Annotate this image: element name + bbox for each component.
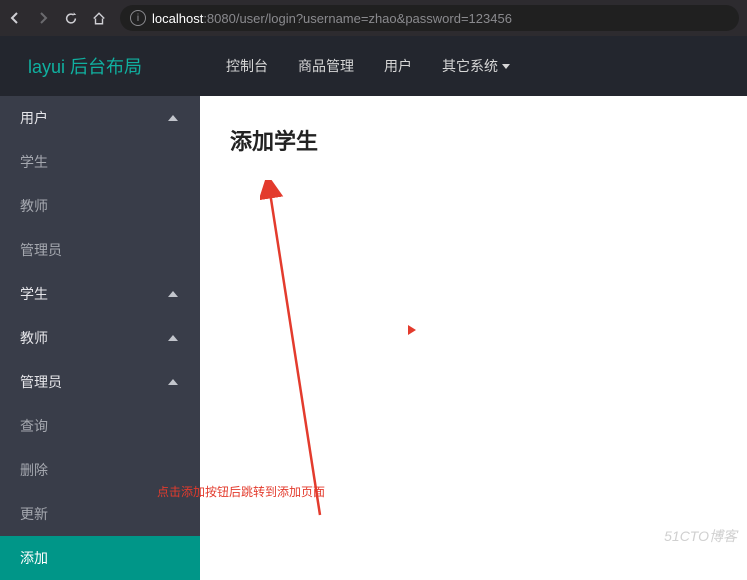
chevron-up-icon — [168, 115, 178, 121]
sidebar-item-admin[interactable]: 管理员 — [0, 228, 200, 272]
nav-user[interactable]: 用户 — [384, 56, 412, 76]
home-button[interactable] — [92, 11, 106, 25]
brand-title: layui 后台布局 — [0, 53, 200, 79]
sidebar-item-label: 更新 — [20, 504, 48, 524]
sidebar-item-label: 管理员 — [20, 372, 62, 392]
nav-other-systems[interactable]: 其它系统 — [442, 56, 510, 76]
app-header: layui 后台布局 控制台 商品管理 用户 其它系统 — [0, 36, 747, 96]
address-bar[interactable]: i localhost:8080/user/login?username=zha… — [120, 5, 739, 31]
forward-button[interactable] — [36, 11, 50, 25]
url-text: localhost:8080/user/login?username=zhao&… — [152, 11, 512, 26]
reload-button[interactable] — [64, 11, 78, 25]
chevron-up-icon — [168, 379, 178, 385]
nav-console[interactable]: 控制台 — [226, 56, 268, 76]
sidebar-item-label: 学生 — [20, 152, 48, 172]
sidebar-item-add[interactable]: 添加 — [0, 536, 200, 580]
chevron-up-icon — [168, 291, 178, 297]
sidebar-item-label: 管理员 — [20, 240, 62, 260]
sidebar-item-query[interactable]: 查询 — [0, 404, 200, 448]
watermark: 51CTO博客 — [664, 526, 737, 546]
sidebar-item-label: 查询 — [20, 416, 48, 436]
chevron-down-icon — [502, 64, 510, 69]
browser-toolbar: i localhost:8080/user/login?username=zha… — [0, 0, 747, 36]
sidebar-group-admin[interactable]: 管理员 — [0, 360, 200, 404]
back-button[interactable] — [8, 11, 22, 25]
sidebar-item-label: 学生 — [20, 284, 48, 304]
sidebar-item-label: 教师 — [20, 328, 48, 348]
sidebar-group-user[interactable]: 用户 — [0, 96, 200, 140]
sidebar-item-student[interactable]: 学生 — [0, 140, 200, 184]
annotation-text: 点击添加按钮后跳转到添加页面 — [157, 483, 325, 500]
chevron-up-icon — [168, 335, 178, 341]
top-nav: 控制台 商品管理 用户 其它系统 — [200, 56, 510, 76]
sidebar-item-label: 用户 — [20, 108, 48, 128]
sidebar-item-label: 添加 — [20, 548, 48, 568]
sidebar-item-label: 教师 — [20, 196, 48, 216]
sidebar-group-teacher[interactable]: 教师 — [0, 316, 200, 360]
site-info-icon[interactable]: i — [130, 10, 146, 26]
sidebar-group-student[interactable]: 学生 — [0, 272, 200, 316]
sidebar-item-teacher[interactable]: 教师 — [0, 184, 200, 228]
annotation-marker-icon — [408, 325, 416, 335]
nav-product[interactable]: 商品管理 — [298, 56, 354, 76]
page-title: 添加学生 — [230, 124, 717, 156]
sidebar-item-label: 删除 — [20, 460, 48, 480]
